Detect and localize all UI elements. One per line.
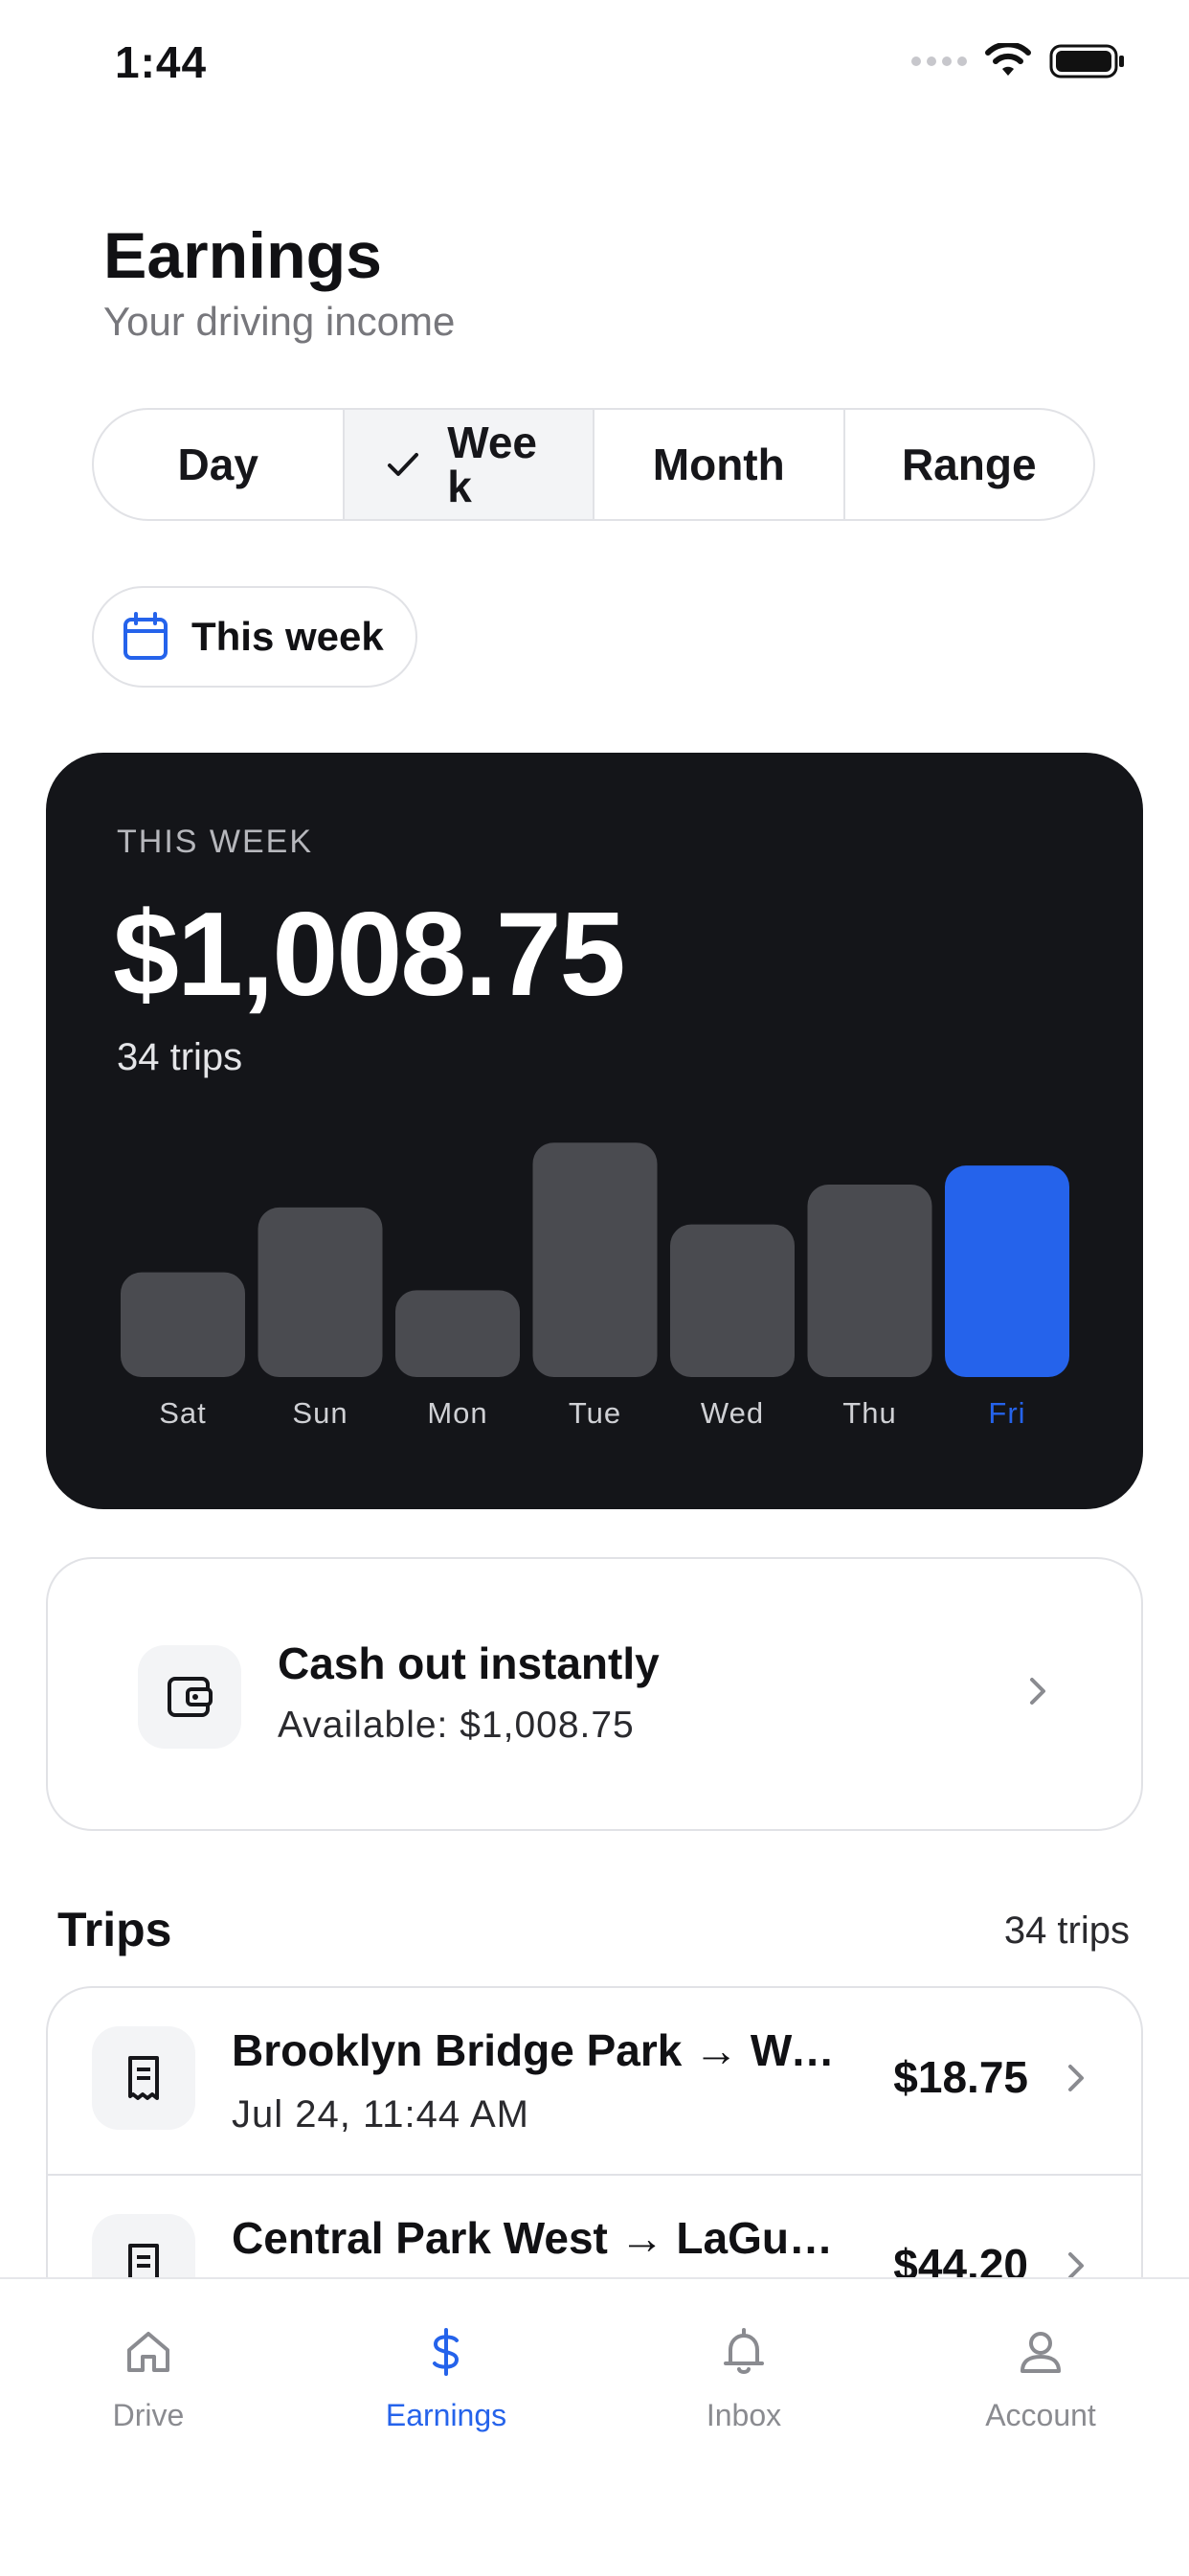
tab-account[interactable]: Account (935, 2327, 1146, 2433)
tab-label: Inbox (706, 2398, 782, 2432)
bar-label-fri: Fri (988, 1396, 1025, 1430)
segment-week[interactable]: Week (344, 410, 594, 519)
bar-label-tue: Tue (569, 1396, 621, 1430)
cash-out-card[interactable]: Cash out instantly Available: $1,008.75 (46, 1557, 1143, 1831)
trip-route: Central Park West → LaGuar… (232, 2213, 854, 2263)
chevron-right-icon (1068, 2065, 1084, 2091)
bar-thu (807, 1184, 932, 1377)
tab-bar: Drive Earnings Inbox Account (0, 2277, 1189, 2576)
bar-label-mon: Mon (427, 1396, 487, 1430)
trip-time: Jul 24, 11:44 AM (232, 2093, 529, 2135)
summary-amount: $1,008.75 (113, 889, 626, 1021)
bar-label-thu: Thu (842, 1396, 896, 1430)
trips-heading: Trips (57, 1903, 172, 1956)
bar-tue (532, 1142, 658, 1377)
summary-trips: 34 trips (117, 1036, 243, 1078)
bar-fri (945, 1165, 1069, 1377)
bell-icon (724, 2328, 764, 2374)
trip-amount: $18.75 (893, 2052, 1028, 2102)
segment-day[interactable]: Day (94, 410, 345, 519)
wifi-icon (985, 43, 1031, 76)
trip-row[interactable]: Brooklyn Bridge Park → Wall … Jul 24, 11… (48, 1988, 1141, 2176)
segment-label: Week (447, 418, 538, 511)
status-time: 1:44 (115, 37, 208, 87)
segment-label: Day (177, 440, 258, 489)
calendar-icon (123, 612, 168, 660)
bar-sat (121, 1272, 245, 1377)
tab-inbox[interactable]: Inbox (639, 2327, 849, 2433)
segment-label: Range (901, 440, 1037, 489)
tab-label: Account (985, 2398, 1096, 2432)
earnings-summary-card: Sat Sun Mon Tue Wed Thu Fri THIS WEEK $1,008.7… (46, 753, 1143, 1509)
checkmark-icon (384, 445, 422, 484)
cash-out-title: Cash out instantly (278, 1638, 660, 1688)
tab-earnings[interactable]: Earnings (341, 2327, 551, 2433)
bar-label-wed: Wed (701, 1396, 764, 1430)
segment-month[interactable]: Month (594, 410, 845, 519)
segment-label: Month (652, 440, 785, 489)
tab-label: Earnings (385, 2398, 507, 2432)
tab-label: Drive (112, 2398, 185, 2432)
weekly-earnings-chart: Sat Sun Mon Tue Wed Thu Fri (121, 1142, 1069, 1430)
wallet-icon (138, 1645, 241, 1749)
bar-mon (395, 1290, 520, 1377)
bar-sun (258, 1207, 383, 1377)
signal-icon (911, 56, 967, 66)
bar-label-sun: Sun (292, 1396, 348, 1430)
summary-label: THIS WEEK (117, 824, 314, 860)
segment-range[interactable]: Range (845, 410, 1094, 519)
trips-count: 34 trips (1003, 1909, 1130, 1952)
person-icon (1021, 2332, 1061, 2373)
bar-wed (670, 1224, 795, 1377)
receipt-icon (92, 2026, 195, 2130)
cash-out-available: Available: $1,008.75 (278, 1705, 635, 1746)
period-segmented-control: Day Week Month Range (92, 408, 1095, 521)
date-range-chip[interactable]: This week (92, 586, 417, 688)
page-title: Earnings (103, 219, 382, 292)
dollar-icon (433, 2328, 460, 2376)
trip-route: Brooklyn Bridge Park → Wall … (232, 2025, 854, 2075)
bar-label-sat: Sat (159, 1396, 207, 1430)
status-icons (911, 42, 1126, 80)
home-icon (127, 2332, 169, 2372)
tab-drive[interactable]: Drive (43, 2327, 254, 2433)
page-subtitle: Your driving income (103, 299, 456, 344)
chevron-right-icon (1030, 1678, 1045, 1705)
battery-icon (1049, 44, 1124, 79)
date-range-label: This week (191, 614, 384, 659)
